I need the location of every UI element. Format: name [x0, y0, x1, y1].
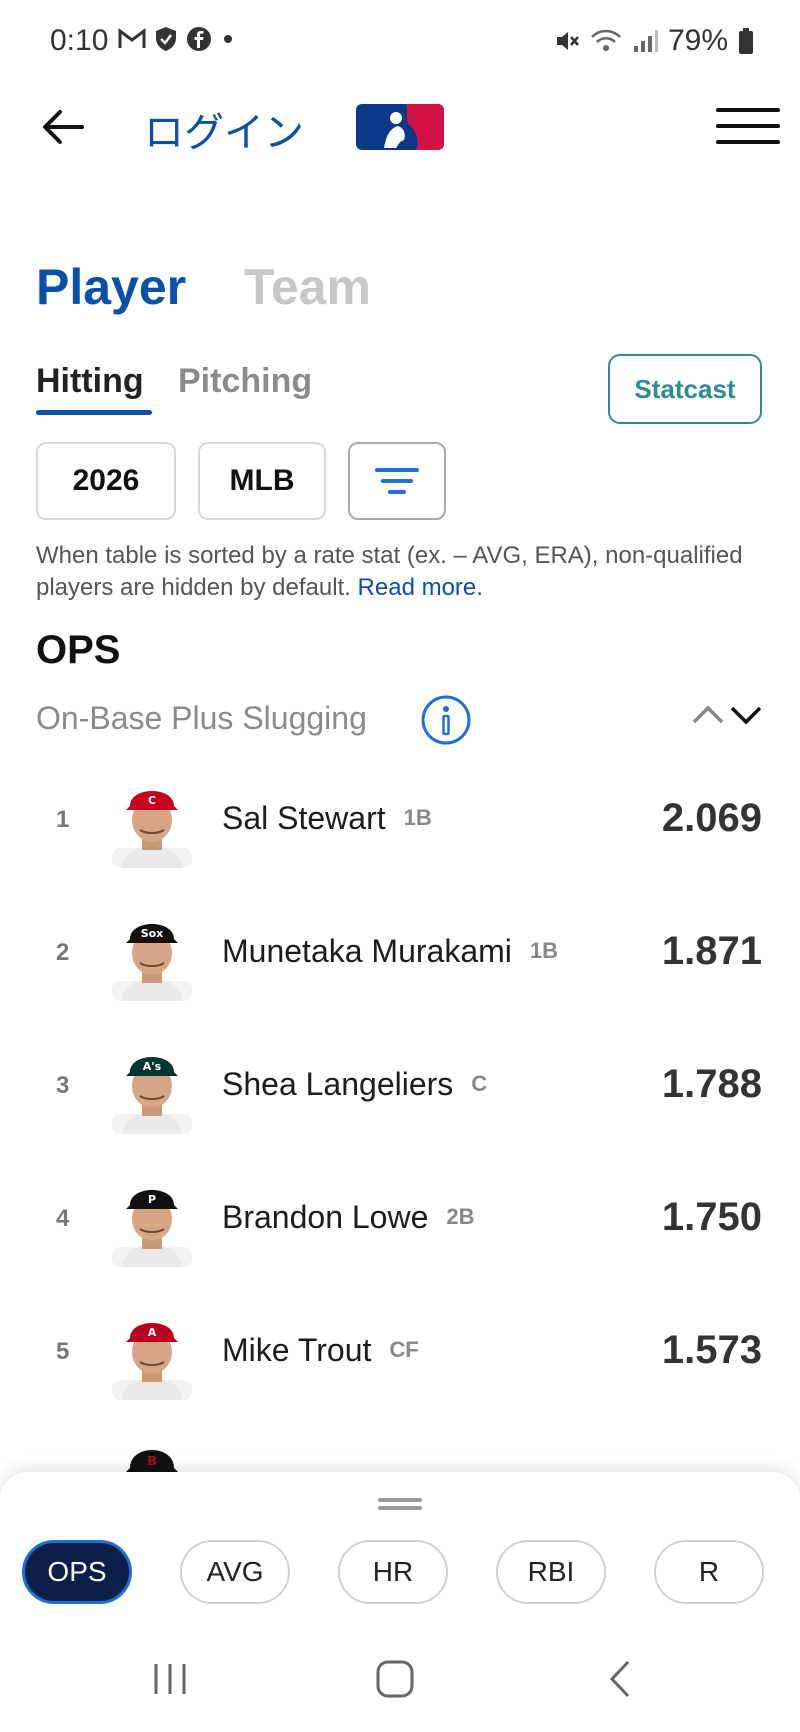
svg-text:C: C — [148, 794, 156, 807]
player-stat-value: 1.788 — [661, 1062, 762, 1106]
tab-hitting-underline — [36, 410, 152, 415]
info-icon[interactable] — [420, 694, 472, 746]
player-headshot: P — [112, 1190, 192, 1267]
player-stat-value: 1.573 — [661, 1328, 762, 1372]
player-position: 2B — [446, 1204, 475, 1229]
stat-pill-avg[interactable]: AVG — [180, 1540, 290, 1604]
stat-pill-hr[interactable]: HR — [338, 1540, 448, 1604]
login-link[interactable]: ログイン — [144, 100, 304, 158]
shield-icon — [156, 27, 176, 51]
stat-pill-ops[interactable]: OPS — [22, 1540, 132, 1604]
svg-text:P: P — [148, 1193, 156, 1206]
year-select[interactable]: 2026 — [36, 442, 176, 520]
battery-percent: 79% — [667, 24, 728, 57]
tab-player[interactable]: Player — [36, 258, 186, 316]
notification-icons — [118, 26, 236, 52]
hamburger-menu-icon[interactable] — [716, 108, 780, 148]
player-stat-value: 2.069 — [661, 796, 762, 840]
svg-text:A: A — [148, 1326, 157, 1339]
leaderboard-row[interactable]: 3 A's Shea Langeliers C 1.788 — [0, 1022, 800, 1154]
leaderboard-row[interactable]: 5 A Mike Trout CF 1.573 — [0, 1288, 800, 1420]
qualified-note: When table is sorted by a rate stat (ex.… — [36, 540, 756, 604]
facebook-icon — [187, 27, 211, 51]
home-icon[interactable] — [374, 1658, 418, 1700]
recent-apps-icon[interactable] — [150, 1658, 190, 1700]
player-rank: 5 — [56, 1338, 70, 1365]
stat-title: OPS — [36, 628, 121, 672]
mlb-logo[interactable] — [356, 104, 444, 150]
player-position: 1B — [529, 938, 559, 963]
signal-icon — [633, 30, 658, 52]
tab-pitching[interactable]: Pitching — [178, 362, 312, 401]
back-arrow-icon[interactable] — [40, 104, 86, 150]
player-position: CF — [389, 1337, 419, 1362]
player-name[interactable]: Mike Trout — [222, 1332, 371, 1368]
read-more-link[interactable]: Read more. — [358, 574, 483, 601]
svg-text:Sox: Sox — [141, 927, 164, 940]
player-stat-value: 1.750 — [661, 1195, 762, 1239]
player-position: C — [471, 1071, 488, 1096]
filter-icon — [375, 468, 419, 494]
player-rank: 2 — [56, 939, 70, 966]
league-select[interactable]: MLB — [198, 442, 326, 520]
player-name[interactable]: Munetaka Murakami — [222, 933, 512, 969]
leaderboard-row[interactable]: 4 P Brandon Lowe 2B 1.750 — [0, 1155, 800, 1287]
filter-button[interactable] — [348, 442, 446, 520]
player-stat-value: 1.871 — [661, 929, 762, 973]
sort-toggle-icon[interactable] — [692, 700, 764, 728]
battery-icon — [739, 28, 753, 54]
player-headshot: C — [112, 791, 192, 868]
dot-icon — [224, 35, 232, 43]
svg-text:B: B — [147, 1454, 157, 1468]
stat-subtitle: On-Base Plus Slugging — [36, 700, 367, 736]
tab-team[interactable]: Team — [244, 258, 371, 316]
player-headshot: Sox — [112, 924, 192, 1001]
statcast-button[interactable]: Statcast — [608, 354, 762, 424]
svg-text:A's: A's — [143, 1060, 162, 1073]
player-rank: 4 — [56, 1205, 70, 1232]
player-rank: 3 — [56, 1072, 70, 1099]
sheet-drag-handle[interactable] — [378, 1498, 422, 1502]
player-headshot: A — [112, 1323, 192, 1400]
player-name[interactable]: Sal Stewart — [222, 800, 386, 836]
stat-pill-rbi[interactable]: RBI — [496, 1540, 606, 1604]
tab-hitting[interactable]: Hitting — [36, 362, 144, 401]
leaderboard-row[interactable]: 1 C Sal Stewart 1B 2.069 — [0, 756, 800, 888]
player-name[interactable]: Shea Langeliers — [222, 1066, 453, 1102]
player-headshot: A's — [112, 1057, 192, 1134]
mute-icon — [556, 32, 579, 50]
player-name[interactable]: Brandon Lowe — [222, 1199, 428, 1235]
player-rank: 1 — [56, 806, 70, 833]
leaderboard-row[interactable]: 2 Sox Munetaka Murakami 1B 1.871 — [0, 889, 800, 1021]
stat-pill-r[interactable]: R — [654, 1540, 764, 1604]
gmail-icon — [118, 28, 146, 48]
player-position: 1B — [403, 805, 432, 830]
status-time: 0:10 — [50, 24, 109, 57]
back-nav-icon[interactable] — [604, 1658, 634, 1700]
wifi-icon — [591, 29, 621, 51]
status-right: 79% — [554, 24, 754, 58]
